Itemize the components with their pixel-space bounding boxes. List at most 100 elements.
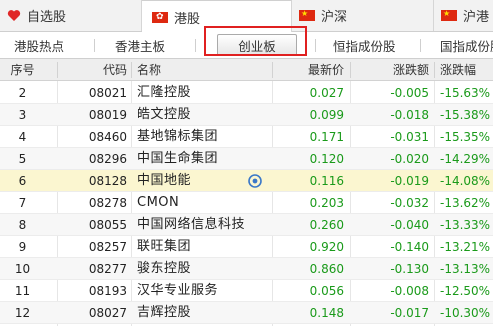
- subtab-gem[interactable]: 创业板: [217, 34, 297, 56]
- subtab-hk-hot-label: 港股热点: [14, 38, 65, 54]
- row-price: 0.056: [309, 284, 344, 298]
- table-row[interactable]: 2 08021 汇隆控股 0.027 -0.005 -15.63%: [0, 82, 493, 104]
- row-code: 08460: [88, 130, 127, 144]
- subtab-hscei-constituents[interactable]: 国指成份股: [440, 32, 493, 58]
- table-row[interactable]: 12 08027 吉辉控股 0.148 -0.017 -10.30%: [0, 302, 493, 324]
- eye-icon[interactable]: [248, 174, 262, 188]
- table-row[interactable]: 10 08277 骏东控股 0.860 -0.130 -13.13%: [0, 258, 493, 280]
- row-change: -0.032: [390, 196, 429, 210]
- tab-shanghai-shenzhen-label: 沪深: [321, 10, 348, 25]
- row-price: 0.171: [309, 130, 344, 144]
- row-price: 0.260: [309, 218, 344, 232]
- table-row[interactable]: 3 08019 皓文控股 0.099 -0.018 -15.38%: [0, 104, 493, 126]
- row-code: 08193: [88, 284, 127, 298]
- column-header-price[interactable]: 最新价: [282, 59, 344, 81]
- row-seq: 4: [18, 130, 27, 144]
- row-price: 0.920: [309, 240, 344, 254]
- row-change: -0.140: [390, 240, 429, 254]
- row-change: -0.020: [390, 152, 429, 166]
- row-pct: -13.62%: [440, 196, 491, 210]
- column-divider: [57, 62, 58, 78]
- tab-shanghai-shenzhen[interactable]: ★ 沪深: [292, 0, 434, 31]
- row-code: 08019: [88, 108, 127, 122]
- cn-flag-icon: ★: [441, 9, 457, 21]
- subtab-divider: [195, 39, 196, 52]
- row-pct: -15.38%: [440, 108, 491, 122]
- row-pct: -14.29%: [440, 152, 491, 166]
- row-name: 联旺集团: [137, 239, 192, 254]
- row-name: 中国生命集团: [137, 151, 219, 166]
- row-change: -0.130: [390, 262, 429, 276]
- row-price: 0.203: [309, 196, 344, 210]
- hk-flag-icon: ✿: [152, 11, 168, 23]
- row-price: 0.860: [309, 262, 344, 276]
- market-tab-bar: 自选股 ✿ 港股 ★ 沪深 ★ 沪港: [0, 0, 493, 33]
- column-divider: [272, 62, 273, 78]
- row-seq: 10: [14, 262, 31, 276]
- table-row[interactable]: 8 08055 中国网络信息科技 0.260 -0.040 -13.33%: [0, 214, 493, 236]
- row-seq: 5: [18, 152, 27, 166]
- row-pct: -10.30%: [440, 306, 491, 320]
- row-name: 基地锦标集团: [137, 129, 219, 144]
- row-change: -0.019: [390, 174, 429, 188]
- row-name: 皓文控股: [137, 107, 192, 122]
- column-header-change[interactable]: 涨跌额: [356, 59, 429, 81]
- row-code: 08296: [88, 152, 127, 166]
- row-pct: -13.21%: [440, 240, 491, 254]
- subtab-hk-main-board[interactable]: 香港主板: [115, 32, 165, 58]
- row-seq: 6: [18, 174, 27, 188]
- tab-shanghai-hk[interactable]: ★ 沪港: [434, 0, 493, 31]
- row-code: 08257: [88, 240, 127, 254]
- row-seq: 12: [14, 306, 31, 320]
- row-change: -0.031: [390, 130, 429, 144]
- table-header: 序号 代码 名称 最新价 涨跌额 涨跌幅: [0, 59, 493, 81]
- tab-shanghai-hk-label: 沪港: [463, 10, 490, 25]
- row-seq: 3: [18, 108, 27, 122]
- row-code: 08277: [88, 262, 127, 276]
- table-row[interactable]: 11 08193 汉华专业服务 0.056 -0.008 -12.50%: [0, 280, 493, 302]
- row-code: 08021: [88, 86, 127, 100]
- subtab-hk-hot[interactable]: 港股热点: [14, 32, 64, 58]
- tab-hk-stocks[interactable]: ✿ 港股: [142, 0, 292, 33]
- heart-icon: [7, 10, 21, 21]
- row-code: 08027: [88, 306, 127, 320]
- table-row[interactable]: 5 08296 中国生命集团 0.120 -0.020 -14.29%: [0, 148, 493, 170]
- row-price: 0.027: [309, 86, 344, 100]
- row-seq: 9: [18, 240, 27, 254]
- row-name: 汉华专业服务: [137, 283, 219, 298]
- table-row[interactable]: 7 08278 CMON 0.203 -0.032 -13.62%: [0, 192, 493, 214]
- row-change: -0.005: [390, 86, 429, 100]
- row-name: 吉辉控股: [137, 305, 192, 320]
- subtab-divider: [94, 39, 95, 52]
- row-price: 0.116: [309, 174, 344, 188]
- row-price: 0.099: [309, 108, 344, 122]
- row-name: CMON: [137, 195, 180, 210]
- row-price: 0.120: [309, 152, 344, 166]
- column-header-code[interactable]: 代码: [62, 59, 127, 81]
- tab-hk-stocks-label: 港股: [174, 11, 201, 27]
- subtab-divider: [315, 39, 316, 52]
- subtab-hsi-constituents[interactable]: 恒指成份股: [333, 32, 396, 58]
- row-pct: -14.08%: [440, 174, 491, 188]
- subtab-gem-label: 创业板: [238, 38, 276, 54]
- column-divider: [350, 62, 351, 78]
- column-header-pct[interactable]: 涨跌幅: [440, 59, 493, 81]
- table-row-selected[interactable]: 6 08128 中国地能 0.116 -0.019 -14.08%: [0, 170, 493, 192]
- column-header-seq[interactable]: 序号: [0, 59, 45, 81]
- tab-watchlist[interactable]: 自选股: [0, 0, 142, 31]
- row-name: 骏东控股: [137, 261, 192, 276]
- table-row[interactable]: 4 08460 基地锦标集团 0.171 -0.031 -15.35%: [0, 126, 493, 148]
- row-pct: -15.35%: [440, 130, 491, 144]
- row-name: 汇隆控股: [137, 85, 192, 100]
- row-change: -0.017: [390, 306, 429, 320]
- table-row[interactable]: 9 08257 联旺集团 0.920 -0.140 -13.21%: [0, 236, 493, 258]
- row-seq: 2: [18, 86, 27, 100]
- row-code: 08278: [88, 196, 127, 210]
- column-header-name[interactable]: 名称: [137, 59, 197, 81]
- cn-flag-icon: ★: [299, 9, 315, 21]
- row-code: 08055: [88, 218, 127, 232]
- row-seq: 7: [18, 196, 27, 210]
- row-change: -0.008: [390, 284, 429, 298]
- row-name: 中国网络信息科技: [137, 217, 246, 232]
- row-pct: -15.63%: [440, 86, 491, 100]
